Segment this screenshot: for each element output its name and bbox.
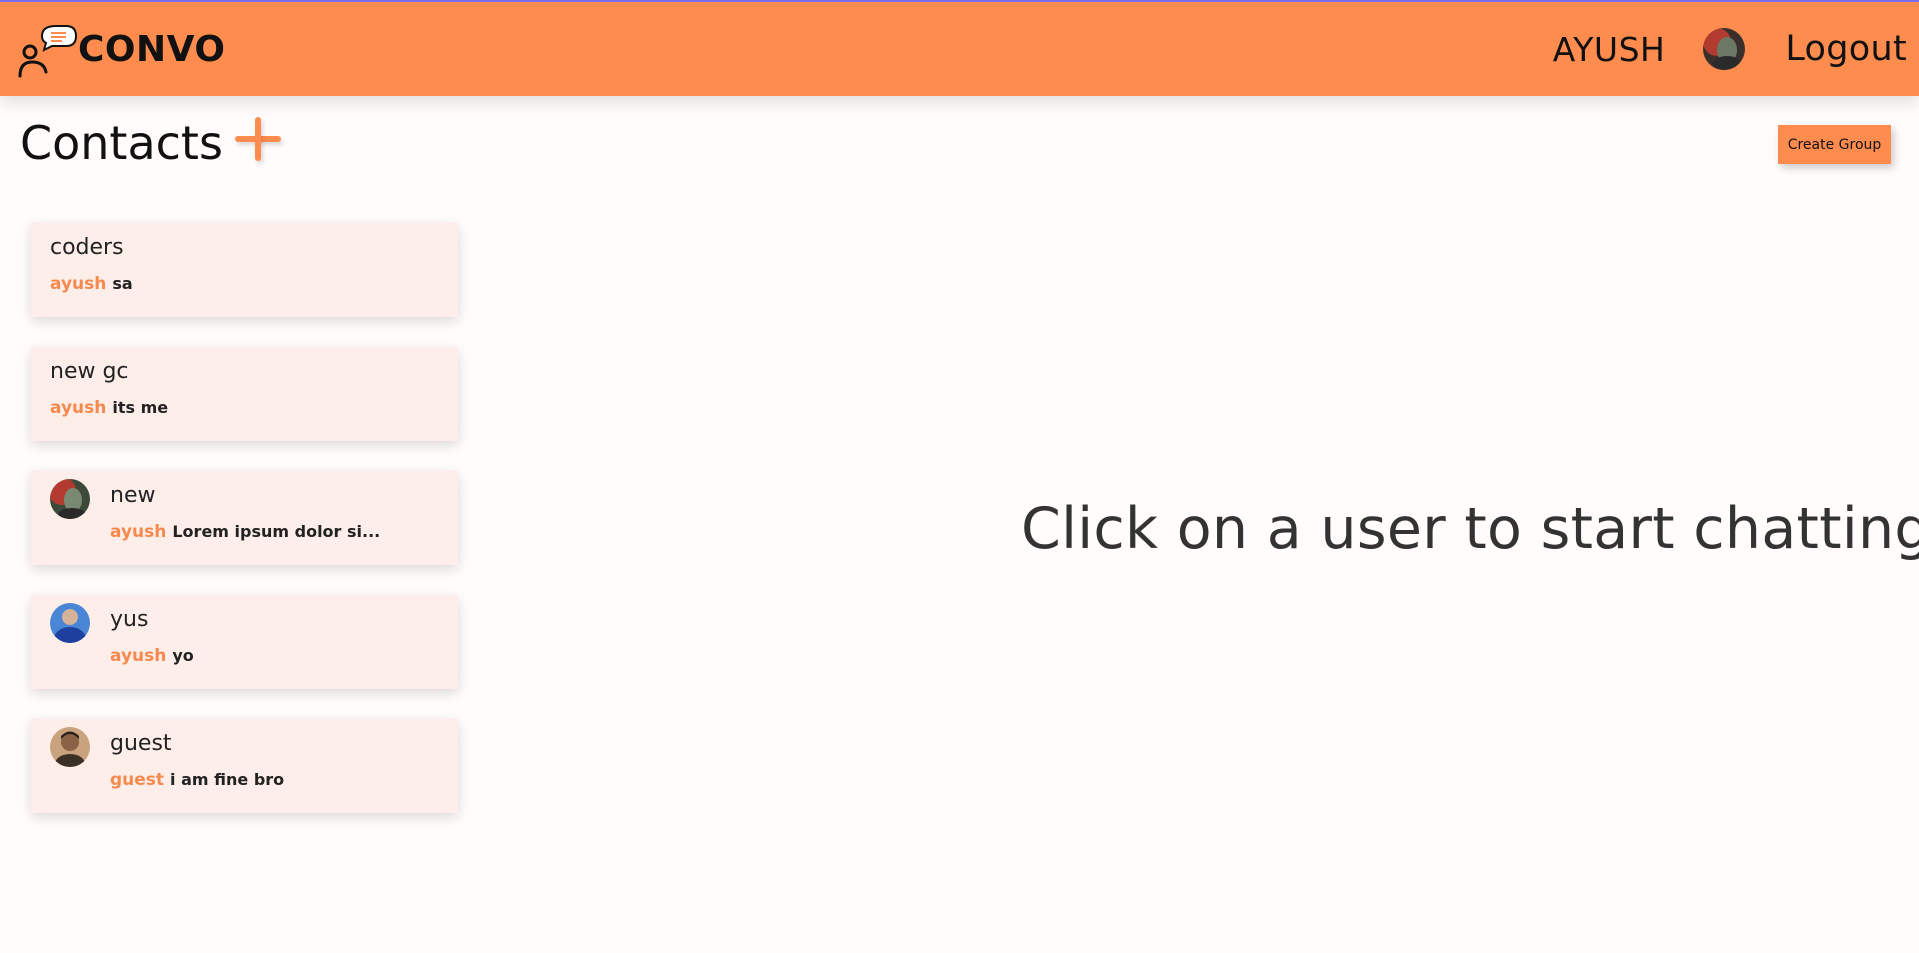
contacts-header: Contacts [20, 116, 283, 170]
contact-item[interactable]: new ayush Lorem ipsum dolor si... [31, 471, 458, 565]
contact-name: yus [110, 607, 149, 632]
profile-avatar[interactable] [1703, 28, 1746, 70]
contact-name: coders [50, 235, 124, 260]
last-message-sender: ayush [110, 522, 167, 542]
contact-name: new gc [50, 359, 129, 384]
contact-avatar [50, 727, 90, 767]
last-message-text: its me [112, 398, 169, 417]
contact-avatar [50, 603, 90, 643]
contact-name: new [110, 483, 156, 508]
nav-user-area: AYUSH Logout [1553, 28, 1907, 70]
brand-name: CONVO [78, 28, 226, 70]
top-navbar: CONVO AYUSH Logout [0, 0, 1919, 96]
last-message-sender: guest [110, 770, 165, 790]
chat-logo-icon [18, 22, 78, 78]
last-message-sender: ayush [50, 398, 107, 418]
last-message-sender: ayush [50, 274, 107, 294]
current-username: AYUSH [1552, 29, 1666, 69]
contacts-title: Contacts [20, 116, 223, 170]
last-message-preview: ayush sa [50, 274, 133, 294]
last-message-text: yo [172, 646, 194, 665]
last-message-preview: ayush yo [110, 646, 194, 666]
last-message-text: i am fine bro [170, 770, 285, 789]
last-message-text: Lorem ipsum dolor si... [172, 522, 381, 541]
last-message-preview: ayush Lorem ipsum dolor si... [110, 522, 380, 542]
contact-item[interactable]: yus ayush yo [31, 595, 458, 689]
contact-item[interactable]: guest guest i am fine bro [31, 719, 458, 813]
plus-icon[interactable] [233, 115, 283, 165]
last-message-text: sa [112, 274, 133, 293]
last-message-sender: ayush [110, 646, 167, 666]
last-message-preview: ayush its me [50, 398, 168, 418]
contact-avatar [50, 479, 90, 519]
logout-button[interactable]: Logout [1785, 29, 1907, 69]
contact-list: coders ayush sa new gc ayush its me new ay… [31, 223, 458, 843]
brand-link[interactable]: CONVO [18, 20, 225, 78]
last-message-preview: guest i am fine bro [110, 770, 284, 790]
create-group-button[interactable]: Create Group [1778, 125, 1891, 164]
contact-item[interactable]: coders ayush sa [31, 223, 458, 317]
contact-name: guest [110, 731, 172, 756]
empty-chat-message: Click on a user to start chatting [1021, 496, 1919, 562]
contact-item[interactable]: new gc ayush its me [31, 347, 458, 441]
